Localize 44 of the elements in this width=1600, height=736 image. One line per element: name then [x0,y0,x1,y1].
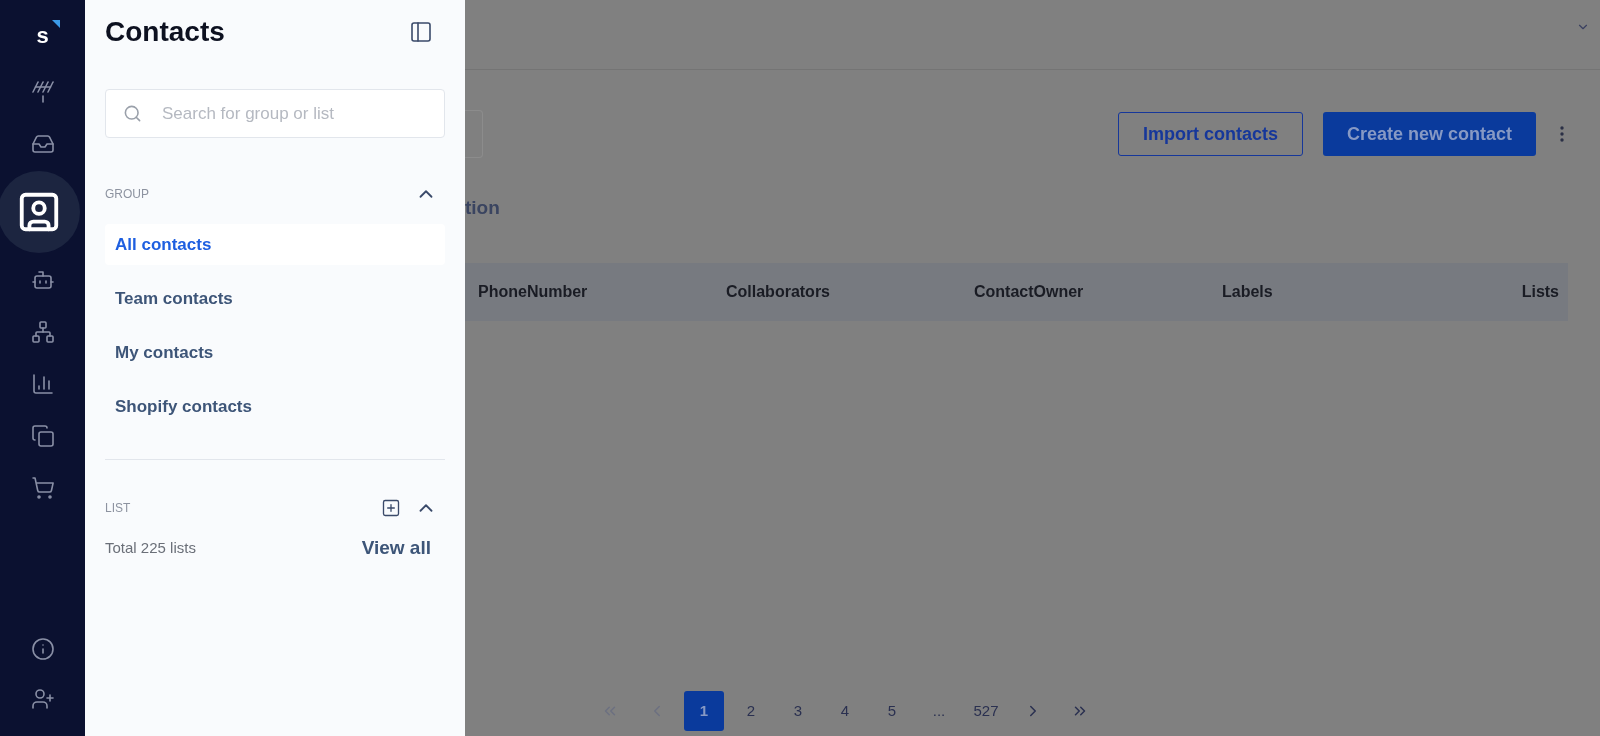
copy-icon [30,424,55,448]
section-label: LIST [105,500,131,517]
cart-icon [30,476,55,500]
group-item[interactable]: All contacts [105,224,445,265]
list-count: Total 225 lists [105,538,196,558]
sidebar-toggle[interactable] [409,20,433,44]
panel-title: Contacts [105,15,225,49]
hierarchy-icon [30,320,55,344]
rail-item[interactable] [30,132,55,156]
chart-icon [30,372,55,396]
group-item[interactable]: My contacts [105,332,445,373]
group-item[interactable]: Team contacts [105,278,445,319]
page-button[interactable]: 1 [684,691,724,731]
rail-item[interactable] [30,476,55,500]
info-icon [30,637,55,661]
column-header: Labels [1222,281,1274,302]
more-button[interactable] [1560,126,1564,142]
page-button[interactable]: 4 [825,691,865,731]
view-all-link[interactable]: View all [361,534,431,563]
column-header: Collaborators [726,281,831,302]
page-button[interactable]: 527 [966,691,1006,731]
inbox-icon [30,132,55,156]
page-button[interactable]: 5 [872,691,912,731]
column-header: ContactOwner [974,281,1085,302]
page-button[interactable]: ... [919,691,959,731]
page-button[interactable]: 3 [778,691,818,731]
bot-icon [30,268,55,292]
group-item[interactable]: Shopify contacts [105,386,445,427]
create-button[interactable]: Create new contact [1322,112,1536,156]
section-label: GROUP [105,186,149,203]
import-button[interactable]: Import contacts [1117,112,1303,156]
column-header: PhoneNumber [478,281,589,302]
tab-label: tion [465,196,501,220]
column-header: Lists [1520,281,1559,302]
page-button[interactable]: 2 [731,691,771,731]
search-field[interactable] [465,110,483,158]
more-icon [1560,126,1564,142]
logo-corner-icon [51,20,60,28]
search-icon [123,104,142,123]
add-icon [381,498,401,518]
sidebar-toggle-icon [409,20,433,44]
add-list-button[interactable] [381,498,401,518]
logo-letter: s [36,21,49,50]
add-user-icon [30,687,55,711]
